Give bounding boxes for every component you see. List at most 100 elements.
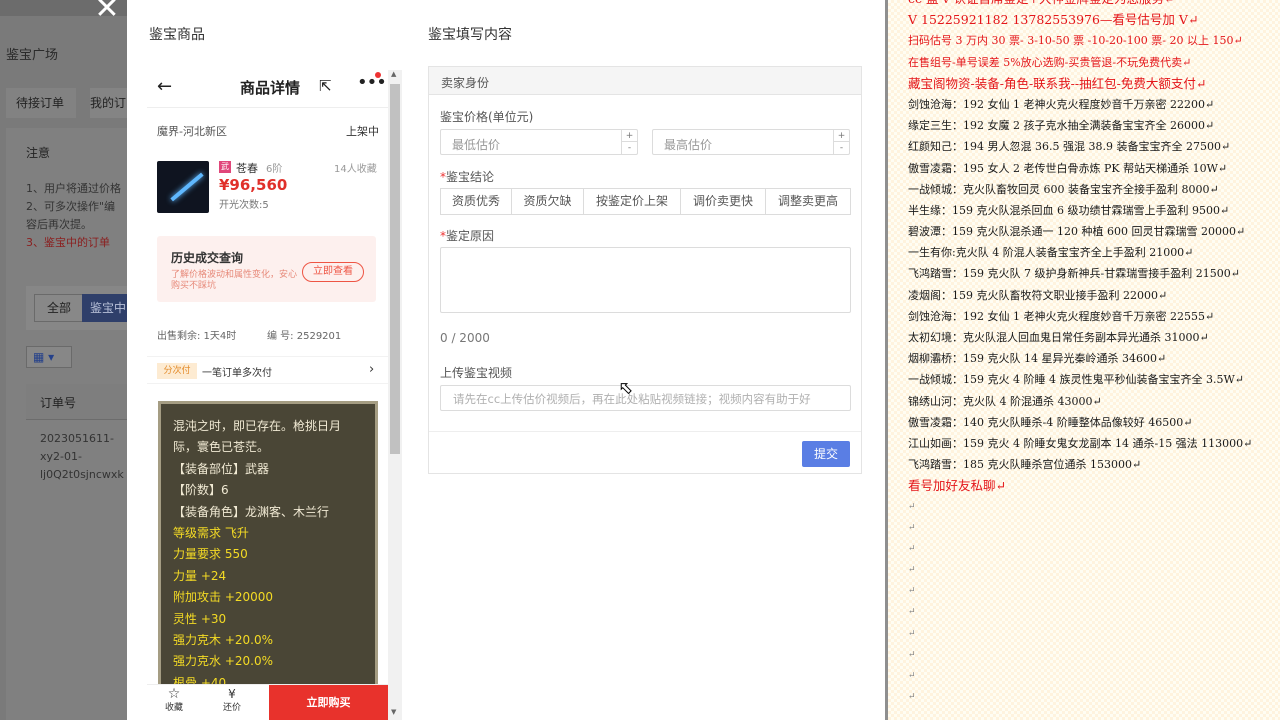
description-line: 力量要求 550	[173, 547, 248, 562]
min-price-input[interactable]: 最低估价 + -	[440, 129, 638, 155]
note-line: 一战倾城：159 克火 4 阶睡 4 族灵性鬼平秒仙装备宝宝齐全 3.5W↵	[908, 373, 1244, 387]
close-icon[interactable]: ✕	[92, 0, 122, 24]
order-number-line: xy2-01-	[40, 450, 82, 463]
time-remaining: 出售剩余: 1天4时	[157, 331, 237, 342]
item-image	[157, 161, 209, 213]
note-line: ↵	[908, 501, 916, 512]
reason-textarea[interactable]	[440, 247, 851, 313]
buy-now-button[interactable]: 立即购买	[269, 685, 388, 720]
seller-identity-label: 卖家身份	[441, 76, 490, 90]
note-line: ↵	[908, 607, 916, 618]
appraisal-modal: 鉴宝商品 鉴宝填写内容 ← 商品详情 ⇱ ••• 魔界-河北新区 上架中 武 苍…	[127, 0, 885, 720]
grid-toggle-button[interactable]: ▦ ▾	[26, 346, 72, 368]
bargain-button[interactable]: ¥ 还价	[217, 687, 247, 715]
tab-my-orders[interactable]: 我的订	[90, 88, 130, 118]
item-detail-header: ← 商品详情 ⇱ •••	[147, 66, 388, 108]
item-description-lines: 混沌之时，即已存在。枪挑日月 际，寰色已苍茫。 【装备部位】武器 【阶数】6 【装备角色…	[173, 416, 373, 694]
description-line: 灵性 +30	[173, 611, 227, 626]
view-history-button[interactable]: 立即查看	[302, 262, 364, 282]
conclusion-option[interactable]: 调价卖更快	[680, 188, 766, 215]
description-line: 际，寰色已苍茫。	[173, 440, 270, 455]
installment-pay-row[interactable]: 分次付 一笔订单多次付 ›	[147, 356, 388, 384]
favorite-label: 收藏	[164, 703, 183, 713]
decrement-icon[interactable]: -	[622, 142, 637, 154]
cursor-icon: ⬉	[618, 378, 633, 398]
notice-line: 容后再次提。	[26, 218, 92, 231]
filter-all-button[interactable]: 全部	[34, 294, 84, 322]
open-light-count: 开光次数:5	[219, 200, 269, 211]
description-line: 【装备角色】龙渊客、木兰行	[173, 504, 330, 519]
category-badge: 武	[219, 161, 231, 173]
description-line: 力量 +24	[173, 568, 227, 583]
price-label: 鉴宝价格(单位元)	[440, 110, 534, 124]
note-line: ↵	[908, 586, 916, 597]
conclusion-option[interactable]: 调整卖更高	[765, 188, 851, 215]
min-price-stepper[interactable]: + -	[621, 130, 637, 154]
table-row[interactable]: 2023051611- xy2-01- lj0Q2t0sjncwxk	[40, 430, 136, 484]
note-line: 看号加好友私聊↵	[908, 478, 1006, 494]
share-icon[interactable]: ⇱	[319, 77, 332, 95]
max-price-placeholder: 最高估价	[664, 138, 713, 152]
notice-text: 1、用户将通过价格 2、可多次操作"编 容后再次提。 3、鉴宝中的订单	[26, 180, 136, 252]
max-price-input[interactable]: 最高估价 + -	[652, 129, 850, 155]
note-line: ↵	[908, 649, 916, 660]
conclusion-label: *鉴宝结论	[440, 170, 495, 184]
conclusion-option[interactable]: 资质优秀	[440, 188, 512, 215]
conclusion-option[interactable]: 按鉴定价上架	[583, 188, 681, 215]
item-name: 苍春	[236, 162, 258, 175]
conclusion-option[interactable]: 资质欠缺	[511, 188, 584, 215]
note-line: ↵	[908, 565, 916, 576]
notice-line: 2、可多次操作"编	[26, 200, 116, 213]
increment-icon[interactable]: +	[622, 130, 637, 142]
note-line: 江山如画：159 克火 4 阶睡女鬼女龙副本 14 通杀-15 强法 11300…	[908, 436, 1253, 450]
scroll-down-icon[interactable]: ▼	[391, 708, 396, 716]
description-line: 附加攻击 +20000	[173, 590, 274, 605]
reason-label: *鉴定原因	[440, 229, 495, 243]
min-price-placeholder: 最低估价	[452, 138, 501, 152]
decrement-icon[interactable]: -	[834, 142, 849, 154]
appraisal-form: 卖家身份 鉴宝价格(单位元) 最低估价 + - 最高估价 + - *鉴宝结论 资质优…	[428, 66, 862, 474]
notes-document: cc 蓝 v 认证首席鉴定+大神金牌鉴定为您服务↵ V 15225921182 1…	[888, 0, 1280, 720]
installment-badge: 分次付	[157, 363, 197, 379]
installment-text: 一笔订单多次付	[202, 368, 272, 379]
purchase-bar: ☆ 收藏 ¥ 还价 立即购买	[147, 684, 388, 720]
divider	[429, 431, 861, 432]
item-description-card: 混沌之时，即已存在。枪挑日月 际，寰色已苍茫。 【装备部位】武器 【阶数】6 【装备角色…	[158, 401, 378, 701]
favorite-button[interactable]: ☆ 收藏	[159, 687, 189, 715]
scrollbar-thumb[interactable]	[390, 84, 400, 454]
reason-char-count: 0 / 2000	[440, 331, 490, 345]
order-number-line: 2023051611-	[40, 432, 114, 445]
note-line: 烟柳灞桥：159 克火队 14 星异光秦岭通杀 34600↵	[908, 352, 1167, 366]
video-link-input[interactable]: 请先在cc上传估价视频后，再在此处粘贴视频链接；视频内容有助于好	[440, 385, 851, 411]
history-query-card: 历史成交查询 了解价格波动和属性变化，安心购买不踩坑 立即查看	[157, 236, 376, 302]
page-title: 鉴宝广场	[6, 48, 59, 63]
conclusion-options: 资质优秀 资质欠缺 按鉴定价上架 调价卖更快 调整卖更高	[440, 188, 851, 215]
conclusion-label-text: 鉴宝结论	[446, 170, 495, 184]
back-arrow-icon[interactable]: ←	[157, 76, 172, 97]
form-section-header: 卖家身份	[429, 67, 861, 95]
increment-icon[interactable]: +	[834, 130, 849, 142]
bargain-label: 还价	[222, 703, 241, 713]
appraisal-form-title: 鉴宝填写内容	[428, 27, 512, 43]
item-price: ¥96,560	[219, 176, 288, 194]
note-line: 傲雪凌霜：140 克火队睡杀-4 阶睡整体品像较好 46500↵	[908, 415, 1193, 429]
preview-scrollbar[interactable]: ▲ ▼	[388, 70, 402, 720]
submit-button[interactable]: 提交	[802, 441, 850, 467]
background-tabs: 待接订单 我的订	[6, 88, 130, 120]
bargain-icon: ¥	[228, 687, 236, 701]
description-line: 等级需求 飞升	[173, 526, 249, 541]
notice-line: 1、用户将通过价格	[26, 182, 121, 195]
item-preview-phone: ← 商品详情 ⇱ ••• 魔界-河北新区 上架中 武 苍春 6阶 14人收藏 ¥…	[147, 66, 402, 720]
more-icon[interactable]: •••	[357, 72, 387, 93]
listing-status: 上架中	[346, 125, 379, 138]
appraisal-item-title: 鉴宝商品	[149, 27, 205, 43]
note-line: 凌烟阁：159 克火队畜牧符文职业接手盈利 22000↵	[908, 288, 1168, 302]
note-line: cc 蓝 v 认证首席鉴定+大神金牌鉴定为您服务↵	[908, 0, 1278, 9]
scroll-up-icon[interactable]: ▲	[391, 70, 396, 78]
note-line: V 15225921182 13782553976—看号估号加 V↵	[908, 12, 1199, 28]
note-line: 飞鸿踏雪：185 克火队睡杀宫位通杀 153000↵	[908, 458, 1142, 472]
max-price-stepper[interactable]: + -	[833, 130, 849, 154]
notice-title: 注意	[26, 146, 51, 160]
tab-pending-orders[interactable]: 待接订单	[6, 88, 76, 118]
description-line: 混沌之时，即已存在。枪挑日月	[173, 419, 342, 433]
